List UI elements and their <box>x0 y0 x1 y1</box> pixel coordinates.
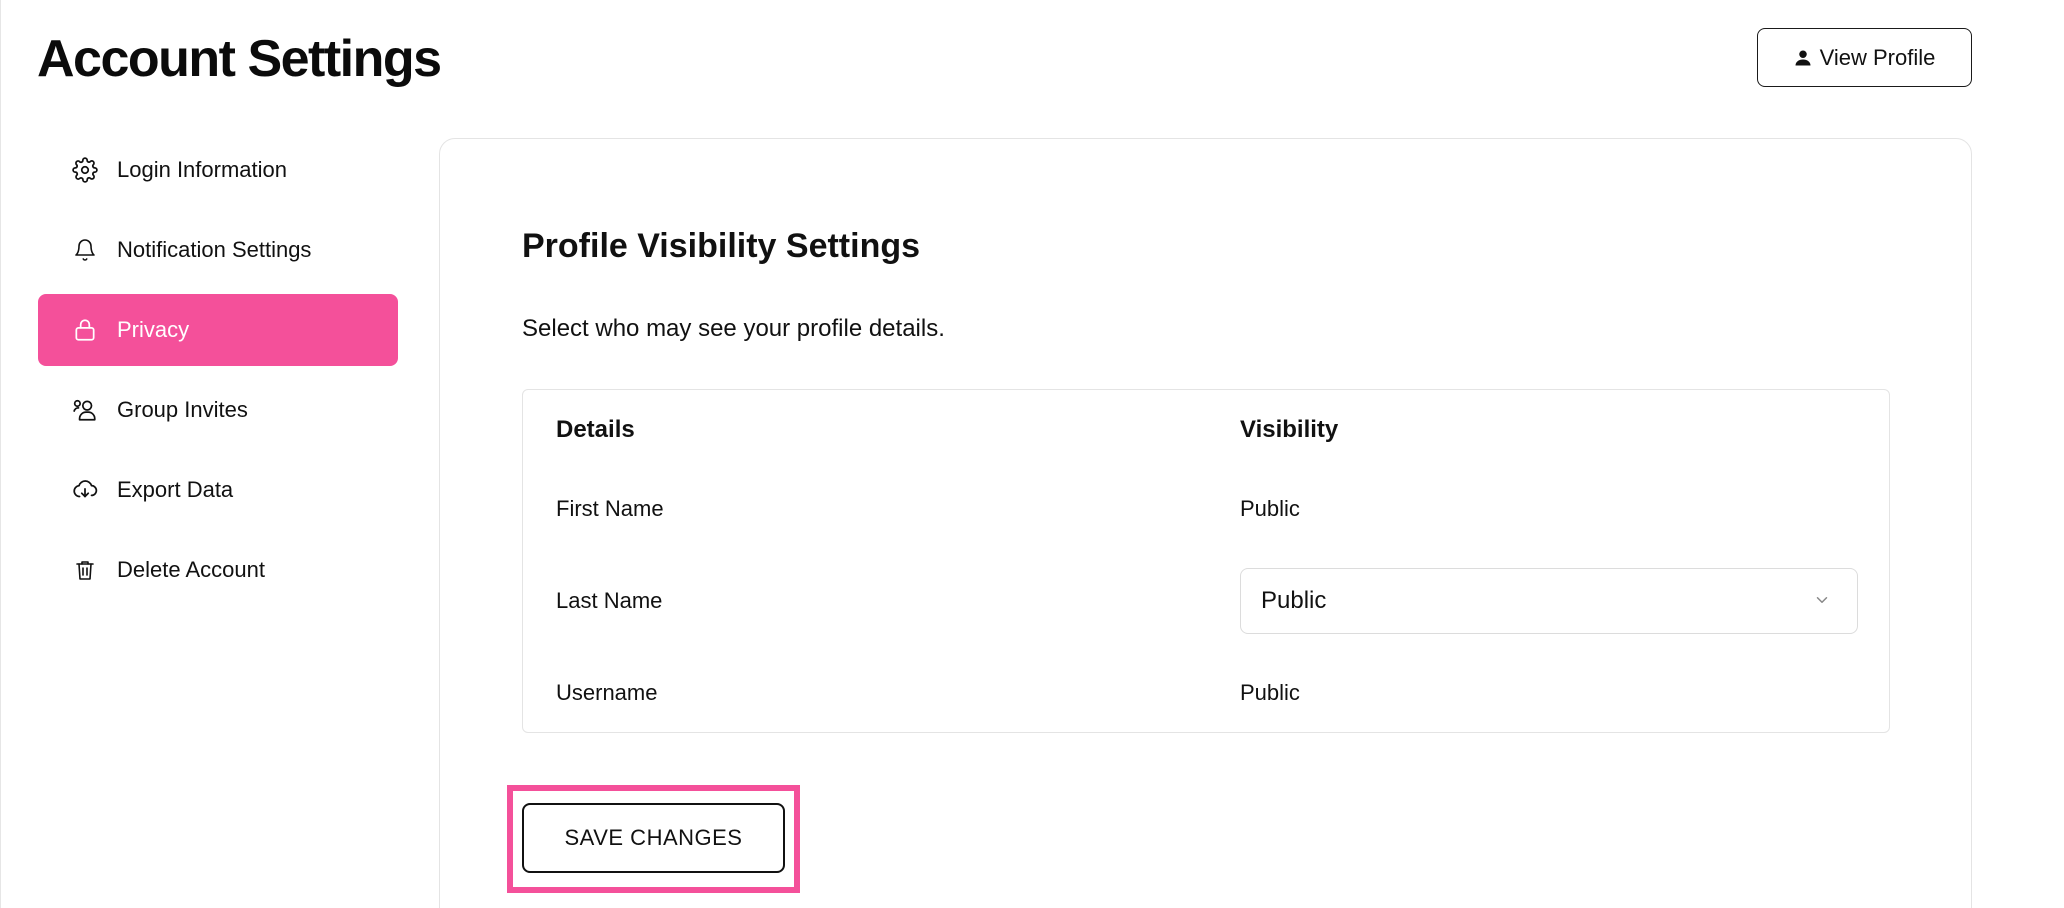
chevron-down-icon <box>1813 591 1831 609</box>
sidebar-item-notification-settings[interactable]: Notification Settings <box>38 214 398 286</box>
bell-icon <box>71 236 99 264</box>
table-cell-detail: First Name <box>556 496 664 521</box>
sidebar-item-delete-account[interactable]: Delete Account <box>38 534 398 606</box>
sidebar-item-label: Export Data <box>117 477 234 502</box>
sidebar-item-label: Login Information <box>117 157 287 182</box>
table-cell-visibility: Public <box>1240 680 1300 705</box>
account-settings-page: Account Settings View Profile Login Info… <box>0 0 2064 908</box>
user-icon <box>1794 49 1812 67</box>
sidebar-item-export-data[interactable]: Export Data <box>38 454 398 526</box>
table-cell-detail: Last Name <box>556 588 663 613</box>
last-name-visibility-select[interactable]: Public <box>1240 568 1858 634</box>
lock-icon <box>71 316 99 344</box>
sidebar-item-label: Privacy <box>117 317 190 342</box>
sidebar: Login Information Notification Settings … <box>38 134 398 614</box>
visibility-table: Details Visibility First Name Public Las… <box>522 389 1890 733</box>
gear-icon <box>71 156 99 184</box>
sidebar-item-label: Group Invites <box>117 397 248 422</box>
sidebar-item-label: Notification Settings <box>117 237 312 262</box>
table-header-visibility: Visibility <box>1240 416 1339 443</box>
cloud-download-icon <box>71 476 99 504</box>
trash-icon <box>71 556 99 584</box>
section-title: Profile Visibility Settings <box>522 227 921 265</box>
table-cell-visibility: Public <box>1240 496 1300 521</box>
view-profile-label: View Profile <box>1819 44 1936 70</box>
table-cell-detail: Username <box>556 680 658 705</box>
view-profile-button[interactable]: View Profile <box>1757 28 1972 87</box>
section-description: Select who may see your profile details. <box>522 315 945 342</box>
table-header-details: Details <box>556 416 635 443</box>
sidebar-item-login-information[interactable]: Login Information <box>38 134 398 206</box>
sidebar-item-label: Delete Account <box>117 557 265 582</box>
save-changes-button[interactable]: SAVE CHANGES <box>522 803 785 873</box>
sidebar-item-privacy[interactable]: Privacy <box>38 294 398 366</box>
page-title: Account Settings <box>37 30 442 88</box>
profile-visibility-card: Profile Visibility Settings Select who m… <box>439 138 1972 908</box>
sidebar-item-group-invites[interactable]: Group Invites <box>38 374 398 446</box>
users-icon <box>71 396 99 424</box>
select-value: Public <box>1261 587 1327 614</box>
